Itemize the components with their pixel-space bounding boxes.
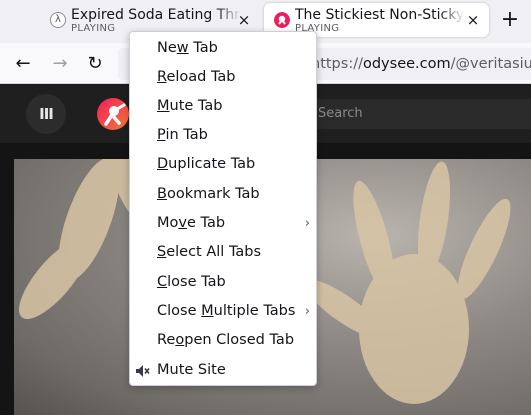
- tab-playing-status: PLAYING: [71, 23, 116, 34]
- menu-item-label: Mute Tab: [157, 98, 223, 114]
- menu-item-label: Move Tab: [157, 215, 226, 231]
- tab-title: Expired Soda Eating Throu: [71, 7, 241, 23]
- menu-item-move-tab[interactable]: Move Tab ›: [131, 209, 316, 238]
- submenu-chevron-right-icon: ›: [304, 304, 310, 319]
- search-placeholder: Search: [318, 106, 363, 121]
- tab-context-menu: New Tab Reload Tab Mute Tab Pin Tab Duplicat…: [129, 31, 317, 386]
- menu-item-label: Duplicate Tab: [157, 156, 256, 172]
- tab-title: The Stickiest Non-Sticky S: [295, 7, 465, 23]
- url-path: /@veritasium:: [450, 56, 531, 72]
- browser-window: λ Expired Soda Eating Throu PLAYING × Th…: [0, 0, 531, 415]
- back-arrow-icon[interactable]: ←: [11, 52, 35, 76]
- menu-item-reload-tab[interactable]: Reload Tab: [131, 63, 316, 92]
- new-tab-button[interactable]: +: [498, 8, 522, 32]
- odysee-logo-icon[interactable]: [97, 98, 129, 130]
- menu-item-label: New Tab: [157, 40, 218, 56]
- menu-item-label: Close Tab: [157, 274, 226, 290]
- menu-item-label: Select All Tabs: [157, 244, 262, 260]
- url-domain: odysee.com: [362, 56, 451, 72]
- menu-item-pin-tab[interactable]: Pin Tab: [131, 121, 316, 150]
- close-tab-icon[interactable]: ×: [236, 12, 252, 28]
- reload-icon[interactable]: ↻: [83, 52, 107, 76]
- menu-item-bookmark-tab[interactable]: Bookmark Tab: [131, 180, 316, 209]
- submenu-chevron-right-icon: ›: [304, 216, 310, 231]
- menu-item-label: Pin Tab: [157, 127, 208, 143]
- menu-item-close-multiple-tabs[interactable]: Close Multiple Tabs ›: [131, 297, 316, 326]
- menu-item-label: Reopen Closed Tab: [157, 332, 295, 348]
- menu-item-duplicate-tab[interactable]: Duplicate Tab: [131, 150, 316, 179]
- menu-item-select-all-tabs[interactable]: Select All Tabs: [131, 238, 316, 267]
- menu-item-label: Mute Site: [157, 362, 226, 378]
- odysee-placeholder-icon: λ: [50, 12, 66, 28]
- menu-item-mute-site[interactable]: Mute Site: [131, 356, 316, 385]
- url-prefix: https://: [311, 56, 363, 72]
- site-search-input[interactable]: Search: [300, 99, 531, 129]
- menu-item-label: Reload Tab: [157, 69, 236, 85]
- forward-arrow-icon[interactable]: →: [48, 52, 72, 76]
- menu-item-label: Close Multiple Tabs: [157, 303, 296, 319]
- menu-item-label: Bookmark Tab: [157, 186, 260, 202]
- menu-item-new-tab[interactable]: New Tab: [131, 34, 316, 63]
- mute-speaker-icon: [136, 365, 150, 377]
- menu-item-close-tab[interactable]: Close Tab: [131, 268, 316, 297]
- close-tab-icon[interactable]: ×: [465, 12, 481, 28]
- odysee-logo-icon: [274, 12, 290, 28]
- menu-item-reopen-closed-tab[interactable]: Reopen Closed Tab: [131, 326, 316, 355]
- hamburger-menu-button[interactable]: III: [26, 94, 66, 134]
- url-text: https://odysee.com/@veritasium:: [311, 56, 531, 72]
- menu-item-mute-tab[interactable]: Mute Tab: [131, 92, 316, 121]
